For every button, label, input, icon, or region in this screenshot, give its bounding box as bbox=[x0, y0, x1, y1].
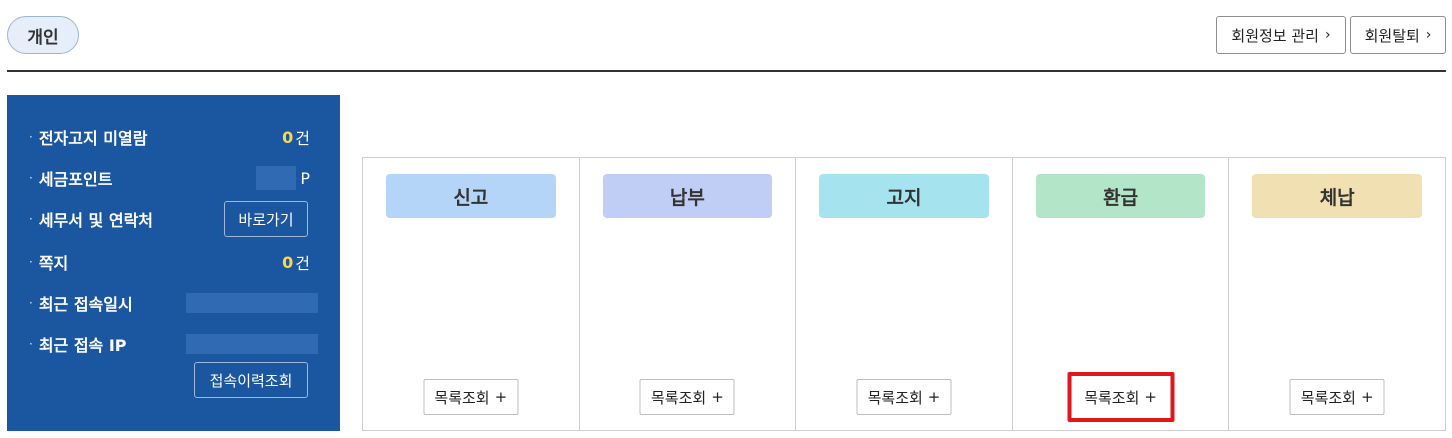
plus-icon: + bbox=[1144, 388, 1157, 406]
last-login-ip-masked bbox=[186, 334, 318, 354]
category-payment: 납부 목록조회 + bbox=[580, 158, 797, 430]
tax-point-label: 세금포인트 bbox=[38, 170, 113, 189]
list-view-label: 목록조회 bbox=[651, 388, 707, 407]
bullet: · bbox=[29, 337, 33, 351]
category-filing: 신고 목록조회 + bbox=[363, 158, 580, 430]
category-arrears: 체납 목록조회 + bbox=[1229, 158, 1445, 430]
messages-row: · 쪽지 0 건 bbox=[29, 250, 310, 274]
last-login-ip-row: · 최근 접속 IP bbox=[29, 332, 318, 356]
category-header[interactable]: 환급 bbox=[1035, 174, 1206, 218]
unread-notice-unit: 건 bbox=[295, 129, 310, 148]
header-divider bbox=[7, 70, 1446, 72]
unread-notice-count[interactable]: 0 bbox=[282, 128, 293, 147]
tax-office-label: 세무서 및 연락처 bbox=[38, 211, 154, 230]
category-grid: 신고 목록조회 + 납부 목록조회 + 고지 목록조회 + 환급 목록조회 + 체납 목… bbox=[362, 157, 1446, 431]
category-header[interactable]: 납부 bbox=[602, 174, 773, 218]
chevron-right-icon: › bbox=[1324, 27, 1331, 43]
plus-icon: + bbox=[711, 388, 724, 406]
messages-count[interactable]: 0 bbox=[282, 253, 293, 272]
category-header[interactable]: 체납 bbox=[1252, 174, 1422, 218]
withdraw-label: 회원탈퇴 bbox=[1364, 26, 1420, 45]
bullet: · bbox=[29, 171, 33, 185]
bullet: · bbox=[29, 255, 33, 269]
list-view-button[interactable]: 목록조회 + bbox=[1067, 372, 1175, 422]
tax-point-value-masked bbox=[256, 166, 297, 190]
go-shortcut-button[interactable]: 바로가기 bbox=[224, 201, 308, 237]
messages-unit: 건 bbox=[295, 254, 310, 273]
member-info-label: 회원정보 관리 bbox=[1231, 26, 1319, 45]
last-login-time-label: 최근 접속일시 bbox=[38, 295, 133, 314]
unread-notice-row: · 전자고지 미열람 0 건 bbox=[29, 125, 310, 149]
category-header[interactable]: 고지 bbox=[819, 174, 989, 218]
withdraw-button[interactable]: 회원탈퇴 › bbox=[1350, 16, 1446, 54]
last-login-ip-label: 최근 접속 IP bbox=[38, 336, 127, 355]
plus-icon: + bbox=[494, 388, 508, 406]
list-view-label: 목록조회 bbox=[434, 388, 490, 407]
tax-point-row: · 세금포인트 P bbox=[29, 166, 310, 190]
list-view-button[interactable]: 목록조회 + bbox=[423, 379, 519, 415]
plus-icon: + bbox=[927, 388, 941, 406]
messages-label: 쪽지 bbox=[38, 254, 69, 273]
list-view-label: 목록조회 bbox=[1084, 388, 1140, 407]
list-view-button[interactable]: 목록조회 + bbox=[1289, 379, 1385, 415]
list-view-label: 목록조회 bbox=[1300, 388, 1356, 407]
category-header[interactable]: 신고 bbox=[386, 174, 556, 218]
last-login-time-masked bbox=[186, 293, 318, 313]
category-refund: 환급 목록조회 + bbox=[1013, 158, 1230, 430]
bullet: · bbox=[29, 296, 33, 310]
access-history-button[interactable]: 접속이력조회 bbox=[194, 362, 308, 398]
category-notice: 고지 목록조회 + bbox=[796, 158, 1013, 430]
plus-icon: + bbox=[1360, 388, 1374, 406]
list-view-button[interactable]: 목록조회 + bbox=[856, 379, 952, 415]
last-login-time-row: · 최근 접속일시 bbox=[29, 291, 318, 315]
list-view-label: 목록조회 bbox=[867, 388, 923, 407]
member-info-button[interactable]: 회원정보 관리 › bbox=[1216, 16, 1346, 54]
chevron-right-icon: › bbox=[1425, 27, 1432, 43]
account-summary-panel: · 전자고지 미열람 0 건 · 세금포인트 P · 세무서 및 연락처 바로가… bbox=[7, 95, 340, 431]
bullet: · bbox=[29, 130, 33, 144]
tax-point-unit: P bbox=[300, 168, 310, 188]
bullet: · bbox=[29, 212, 33, 226]
tab-personal[interactable]: 개인 bbox=[7, 16, 79, 54]
list-view-button[interactable]: 목록조회 + bbox=[639, 379, 735, 415]
unread-notice-label: 전자고지 미열람 bbox=[38, 129, 148, 148]
